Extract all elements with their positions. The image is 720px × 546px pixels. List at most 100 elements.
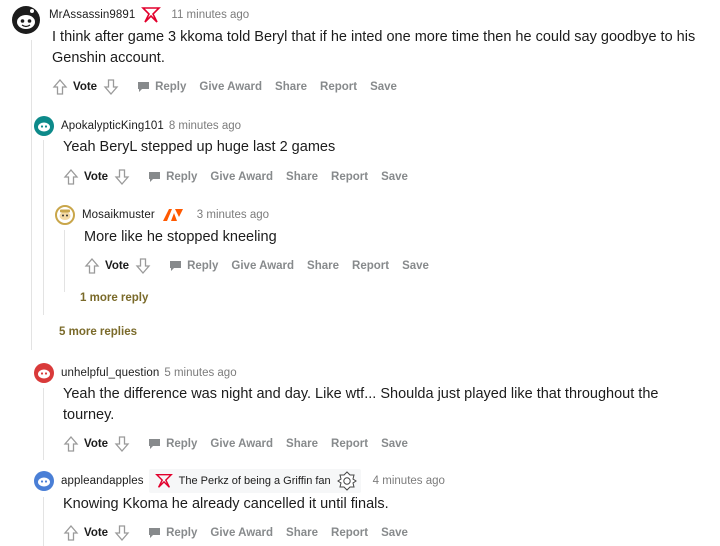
comment-body: Yeah BeryL stepped up huge last 2 games: [63, 139, 336, 155]
report-button[interactable]: Report: [320, 81, 357, 93]
comment-header: ApokalypticKing101 8 minutes ago: [34, 115, 694, 137]
comment: ApokalypticKing101 8 minutes ago: [34, 115, 694, 137]
comment-icon: [149, 528, 161, 538]
username[interactable]: appleandapples: [61, 475, 144, 487]
thread-line[interactable]: [43, 497, 44, 546]
comment-icon: [138, 82, 150, 92]
avatar[interactable]: [34, 471, 54, 491]
comment-icon: [149, 172, 161, 182]
thread-line[interactable]: [64, 230, 65, 292]
share-button[interactable]: Share: [286, 438, 318, 450]
upvote-icon[interactable]: [63, 168, 79, 186]
avatar[interactable]: [10, 4, 42, 36]
downvote-icon[interactable]: [103, 78, 119, 96]
give-award-button[interactable]: Give Award: [231, 260, 294, 272]
downvote-icon[interactable]: [114, 168, 130, 186]
reply-label: Reply: [155, 81, 187, 93]
more-replies-link[interactable]: 5 more replies: [59, 326, 137, 338]
reply-button[interactable]: Reply: [148, 438, 197, 450]
comment-actions: Vote Reply Give Award Share Report Save: [52, 75, 397, 99]
avatar[interactable]: [34, 116, 54, 136]
timestamp[interactable]: 4 minutes ago: [373, 475, 445, 487]
fnatic-logo-icon: [161, 207, 185, 223]
snoo-avatar-icon: [38, 369, 50, 379]
thread-line[interactable]: [43, 140, 44, 315]
save-button[interactable]: Save: [370, 81, 397, 93]
username[interactable]: MrAssassin9891: [49, 9, 135, 21]
vote-count: Vote: [84, 527, 109, 539]
comment: unhelpful_question 5 minutes ago: [34, 362, 694, 384]
comment-actions: Vote Reply Give Award Share Report Save: [63, 521, 408, 545]
vote-count: Vote: [105, 260, 130, 272]
user-flair: The Perkz of being a Griffin fan: [148, 469, 361, 493]
thread-line[interactable]: [31, 40, 32, 350]
snoo-avatar-icon: [38, 122, 50, 132]
downvote-icon[interactable]: [114, 435, 130, 453]
snoo-avatar-icon: [12, 6, 40, 34]
comment-actions: Vote Reply Give Award Share Report Save: [63, 432, 408, 456]
more-replies-link[interactable]: 1 more reply: [80, 292, 148, 304]
upvote-icon[interactable]: [63, 435, 79, 453]
report-button[interactable]: Report: [331, 171, 368, 183]
comment-header: unhelpful_question 5 minutes ago: [34, 362, 694, 384]
timestamp[interactable]: 3 minutes ago: [197, 209, 269, 221]
save-button[interactable]: Save: [402, 260, 429, 272]
reply-label: Reply: [166, 438, 198, 450]
timestamp[interactable]: 8 minutes ago: [169, 120, 241, 132]
reply-button[interactable]: Reply: [137, 81, 186, 93]
comment-body: I think after game 3 kkoma told Beryl th…: [52, 29, 696, 66]
share-button[interactable]: Share: [275, 81, 307, 93]
save-button[interactable]: Save: [381, 438, 408, 450]
upvote-icon[interactable]: [63, 524, 79, 542]
t1-logo-icon: [154, 473, 173, 488]
comment-actions: Vote Reply Give Award Share Report Save: [84, 254, 429, 278]
save-button[interactable]: Save: [381, 527, 408, 539]
reply-button[interactable]: Reply: [148, 527, 197, 539]
share-button[interactable]: Share: [307, 260, 339, 272]
comment: MrAssassin9891 11 minutes ago: [10, 4, 710, 36]
reply-label: Reply: [187, 260, 219, 272]
username[interactable]: Mosaikmuster: [82, 209, 155, 221]
comment: Mosaikmuster 3 minutes ago: [55, 204, 675, 226]
snoo-avatar-icon: [59, 209, 71, 220]
username[interactable]: unhelpful_question: [61, 367, 159, 379]
avatar[interactable]: [34, 363, 54, 383]
comment-header: MrAssassin9891 11 minutes ago: [10, 4, 710, 36]
reply-label: Reply: [166, 527, 198, 539]
timestamp[interactable]: 5 minutes ago: [164, 367, 236, 379]
reply-button[interactable]: Reply: [169, 260, 218, 272]
report-button[interactable]: Report: [331, 527, 368, 539]
comment: appleandapples The Perkz of being a Grif…: [34, 469, 694, 493]
vote-count: Vote: [84, 171, 109, 183]
griffin-logo-icon: [336, 471, 357, 491]
upvote-icon[interactable]: [84, 257, 100, 275]
comment-body: More like he stopped kneeling: [84, 229, 277, 245]
avatar[interactable]: [55, 205, 75, 225]
save-button[interactable]: Save: [381, 171, 408, 183]
upvote-icon[interactable]: [52, 78, 68, 96]
give-award-button[interactable]: Give Award: [199, 81, 262, 93]
report-button[interactable]: Report: [352, 260, 389, 272]
reply-button[interactable]: Reply: [148, 171, 197, 183]
share-button[interactable]: Share: [286, 171, 318, 183]
report-button[interactable]: Report: [331, 438, 368, 450]
thread-line[interactable]: [43, 388, 44, 460]
comment-icon: [149, 439, 161, 449]
give-award-button[interactable]: Give Award: [210, 438, 273, 450]
reply-label: Reply: [166, 171, 198, 183]
vote-count: Vote: [84, 438, 109, 450]
flair-text: The Perkz of being a Griffin fan: [178, 475, 331, 487]
comment-header: appleandapples The Perkz of being a Grif…: [34, 469, 694, 493]
share-button[interactable]: Share: [286, 527, 318, 539]
comment-header: Mosaikmuster 3 minutes ago: [55, 204, 675, 226]
downvote-icon[interactable]: [135, 257, 151, 275]
comment-icon: [170, 261, 182, 271]
comment-actions: Vote Reply Give Award Share Report Save: [63, 165, 408, 189]
give-award-button[interactable]: Give Award: [210, 171, 273, 183]
comment-body: Knowing Kkoma he already cancelled it un…: [63, 496, 389, 512]
username[interactable]: ApokalypticKing101: [61, 120, 164, 132]
downvote-icon[interactable]: [114, 524, 130, 542]
timestamp[interactable]: 11 minutes ago: [171, 9, 249, 21]
give-award-button[interactable]: Give Award: [210, 527, 273, 539]
comment-body: Yeah the difference was night and day. L…: [63, 386, 659, 423]
